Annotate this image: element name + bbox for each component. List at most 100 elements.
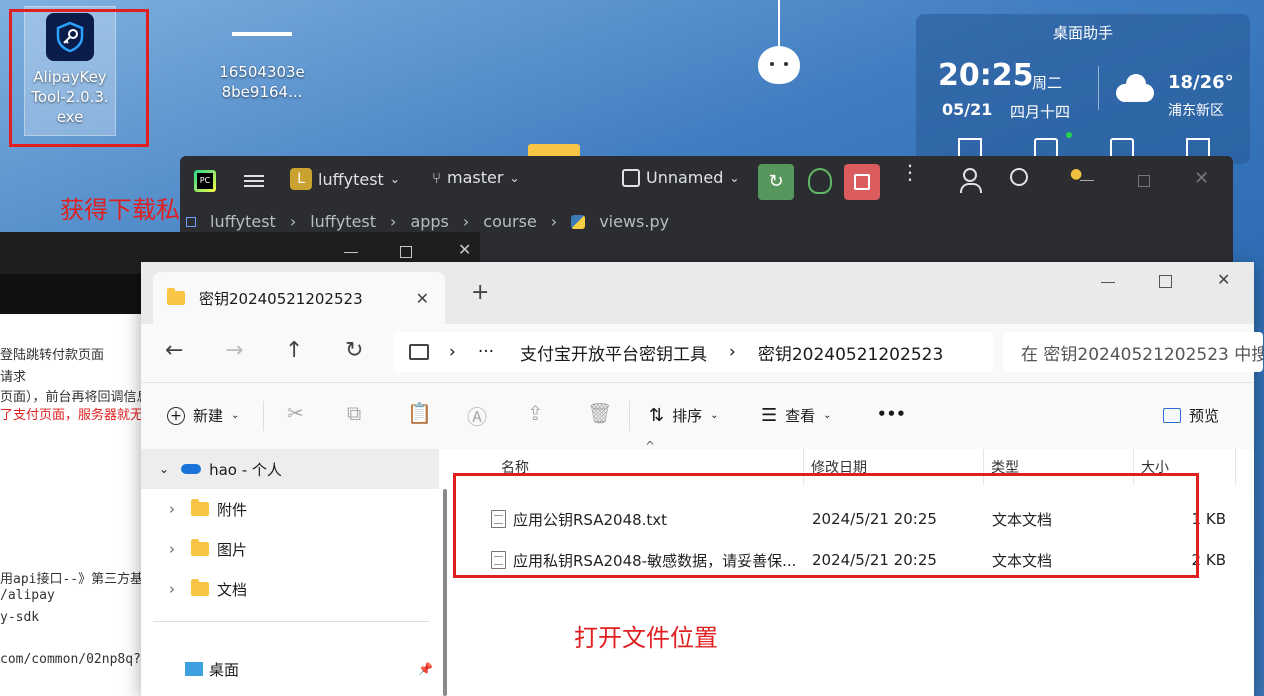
path-segment[interactable]: 密钥20240521202523 <box>758 340 943 365</box>
text-line: 了支付页面，服务器就无 <box>0 408 144 423</box>
chevron-right-icon: › <box>169 500 175 518</box>
debug-bug-icon[interactable] <box>808 168 832 194</box>
file-icon <box>232 32 292 36</box>
apps-icon[interactable] <box>1186 138 1210 158</box>
sidebar-item-attachments[interactable]: › 附件 <box>141 489 439 529</box>
widget-temperature: 18/26° <box>1168 72 1234 93</box>
chevron-down-icon: ⌄ <box>710 410 719 421</box>
desktop-assistant-widget[interactable]: 桌面助手 20:25 周二 05/21 四月十四 18/26° 浦东新区 <box>916 14 1250 164</box>
new-button[interactable]: + 新建 ⌄ <box>167 405 239 426</box>
chevron-right-icon: › <box>462 212 470 231</box>
new-label: 新建 <box>193 407 224 425</box>
column-separator[interactable] <box>1235 449 1236 485</box>
text-line: y-sdk <box>0 610 40 625</box>
maximize-button[interactable] <box>1159 275 1172 288</box>
folder-icon <box>191 539 209 556</box>
sort-label: 排序 <box>672 407 703 425</box>
run-config-selector[interactable]: Unnamed ⌄ <box>622 168 739 187</box>
python-config-icon <box>622 168 640 187</box>
close-icon[interactable]: ✕ <box>458 240 471 259</box>
view-button[interactable]: ☰ 查看 ⌄ <box>761 405 832 426</box>
breadcrumb-item[interactable]: views.py <box>599 212 669 231</box>
navigation-bar: ← → ↑ ↻ › ··· 支付宝开放平台密钥工具 › 密钥2024052120… <box>141 324 1263 383</box>
maximize-button[interactable] <box>400 246 412 258</box>
path-segment[interactable]: 支付宝开放平台密钥工具 <box>520 340 707 365</box>
preview-label: 预览 <box>1189 407 1220 425</box>
share-icon[interactable]: ⇪ <box>527 401 544 425</box>
sort-button[interactable]: ⇅ 排序 ⌄ <box>649 405 719 426</box>
cut-icon[interactable]: ✂ <box>287 401 304 425</box>
sidebar-item-label: 文档 <box>217 580 248 599</box>
close-icon[interactable]: ✕ <box>1194 168 1209 189</box>
sidebar-item-desktop[interactable]: 桌面 📌 <box>141 649 439 689</box>
annotation-text-files: 打开文件位置 <box>574 624 718 652</box>
tab-bar: 密钥20240521202523 ✕ + ✕ <box>141 262 1254 324</box>
stop-button[interactable] <box>844 164 880 200</box>
todo-icon[interactable] <box>1034 138 1058 158</box>
more-vertical-icon[interactable]: ⋮ <box>900 162 920 182</box>
rename-icon[interactable]: Ⓐ <box>467 401 487 430</box>
folder-icon <box>167 288 185 305</box>
annotation-box-tool <box>9 9 149 147</box>
copy-icon[interactable]: ⧉ <box>347 401 361 425</box>
minimize-button[interactable] <box>1101 282 1115 283</box>
up-arrow-icon[interactable]: ↑ <box>285 338 303 363</box>
search-icon[interactable] <box>1010 168 1028 186</box>
minimize-button[interactable] <box>1080 180 1094 181</box>
project-selector[interactable]: L luffytest ⌄ <box>290 168 400 190</box>
navigation-pane: ⌄ hao - 个人 › 附件 › 图片 › 文档 桌面 📌 <box>141 449 447 696</box>
widget-weekday: 周二 <box>1032 74 1063 92</box>
text-line: /alipay <box>0 588 55 603</box>
sidebar-item-pictures[interactable]: › 图片 <box>141 529 439 569</box>
chevron-right-icon: › <box>289 212 297 231</box>
chevron-right-icon: › <box>169 580 175 598</box>
breadcrumb-item[interactable]: luffytest <box>310 212 376 231</box>
text-line: 用api接口--》第三方基于 <box>0 572 157 587</box>
close-icon[interactable]: ✕ <box>1217 270 1230 289</box>
project-badge: L <box>290 168 312 190</box>
sidebar-item-label: 桌面 <box>209 660 240 679</box>
hamburger-menu-icon[interactable] <box>244 172 264 190</box>
pin-icon[interactable]: 📌 <box>418 662 433 676</box>
more-options-button[interactable]: ••• <box>877 405 906 423</box>
rerun-button[interactable]: ↻ <box>758 164 794 200</box>
image-icon[interactable] <box>1110 138 1134 158</box>
close-icon[interactable]: ✕ <box>416 289 429 308</box>
cloud-icon <box>181 464 202 474</box>
branch-selector[interactable]: ⑂ master ⌄ <box>432 168 520 187</box>
preview-pane-icon <box>1163 408 1181 423</box>
text-line: 页面），前台再将回调信息 <box>0 390 150 405</box>
notification-dot <box>1066 132 1072 138</box>
sort-caret-icon: ^ <box>645 439 656 453</box>
back-arrow-icon[interactable]: ← <box>165 338 183 363</box>
breadcrumb-item[interactable]: course <box>483 212 536 231</box>
maximize-button[interactable] <box>1138 175 1150 187</box>
chevron-right-icon: › <box>390 212 397 231</box>
new-tab-button[interactable]: + <box>471 280 489 305</box>
address-bar[interactable]: › ··· 支付宝开放平台密钥工具 › 密钥20240521202523 <box>393 332 993 372</box>
add-user-icon[interactable] <box>960 168 982 193</box>
sidebar-item-documents[interactable]: › 文档 <box>141 569 439 609</box>
scrollbar[interactable] <box>443 489 447 696</box>
more-path-icon[interactable]: ··· <box>478 342 494 362</box>
python-file-icon <box>571 214 586 229</box>
chevron-right-icon: › <box>550 212 558 231</box>
breadcrumb-item[interactable]: apps <box>410 212 448 231</box>
chevron-down-icon: ⌄ <box>231 410 240 421</box>
search-box[interactable]: 在 密钥20240521202523 中搜索 <box>1003 332 1263 372</box>
chevron-down-icon: ⌄ <box>159 462 170 476</box>
sidebar-item-label: hao - 个人 <box>209 460 282 479</box>
widget-location: 浦东新区 <box>1168 103 1224 119</box>
preview-button[interactable]: 预览 <box>1163 405 1219 426</box>
refresh-icon[interactable]: ↻ <box>345 338 363 363</box>
explorer-tab[interactable]: 密钥20240521202523 ✕ <box>153 272 445 324</box>
breadcrumb-item[interactable]: luffytest <box>210 212 276 231</box>
forward-arrow-icon[interactable]: → <box>225 338 243 363</box>
calendar-icon[interactable] <box>958 138 982 158</box>
desktop-icon-file[interactable]: 16504303e8be9164... <box>216 20 308 102</box>
minimize-button[interactable] <box>344 252 358 253</box>
paste-icon[interactable]: 📋 <box>407 401 432 425</box>
delete-icon[interactable]: 🗑 <box>587 401 612 425</box>
chevron-down-icon: ⌄ <box>389 172 400 186</box>
sidebar-item-onedrive[interactable]: ⌄ hao - 个人 <box>141 449 439 489</box>
